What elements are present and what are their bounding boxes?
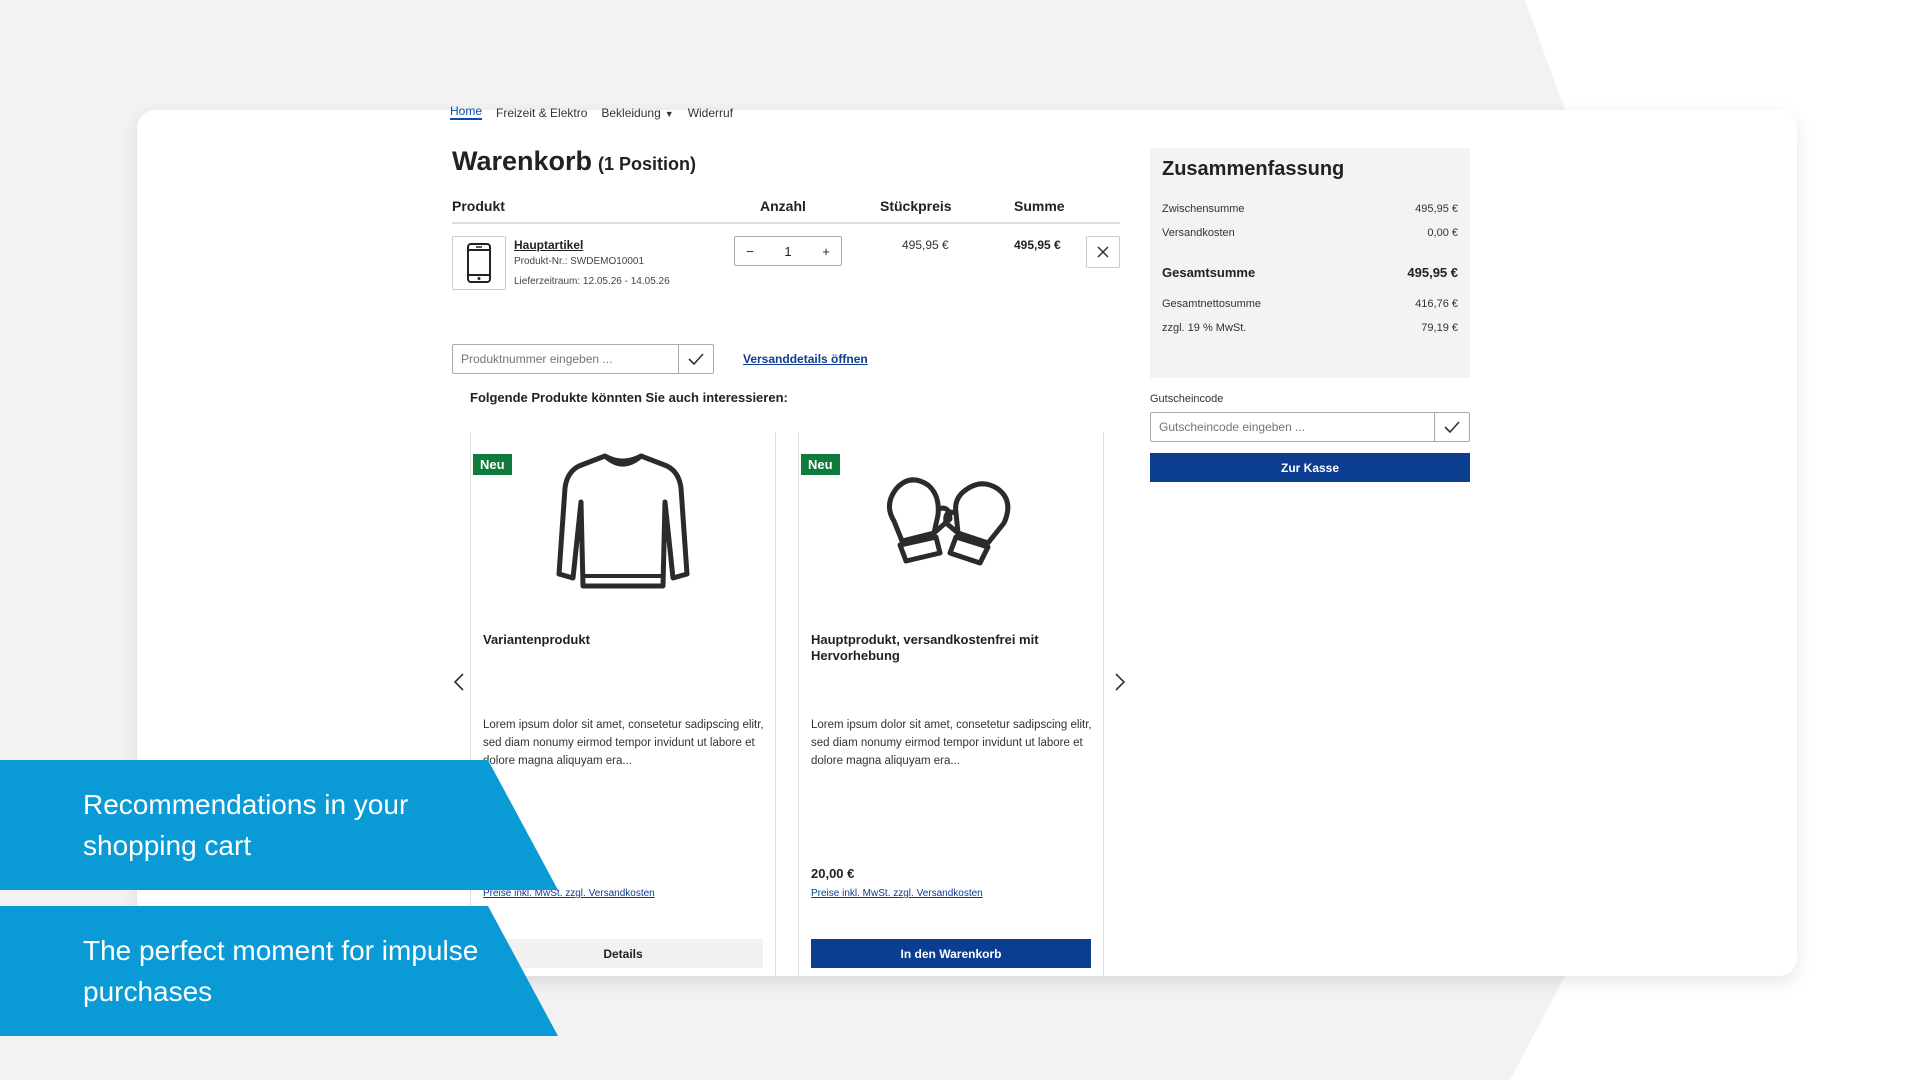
price-note-link[interactable]: Preise inkl. MwSt. zzgl. Versandkosten [811,888,983,899]
total-row: Gesamtsumme 495,95 € [1162,265,1458,280]
sweater-icon [556,453,690,589]
product-name[interactable]: Variantenprodukt [483,632,773,648]
col-header-quantity: Anzahl [760,198,806,214]
details-button[interactable]: Details [483,939,763,968]
summary-title: Zusammenfassung [1162,158,1345,180]
cart-table-header: Produkt Anzahl Stückpreis Summe [452,196,1120,224]
chevron-right-icon [1115,673,1126,691]
mittens-icon [887,477,1011,566]
product-number-input[interactable] [453,345,678,373]
cart-line-item: Hauptartikel Produkt-Nr.: SWDEMO10001 Li… [452,234,1120,294]
net-total-label: Gesamtnettosumme [1162,298,1262,310]
total-label: Gesamtsumme [1162,265,1256,280]
net-total-value: 416,76 € [1415,298,1458,310]
checkmark-icon [688,353,704,365]
checkmark-icon [1444,421,1460,433]
remove-item-button[interactable] [1086,236,1120,268]
col-header-product: Produkt [452,198,505,214]
voucher-form [1150,412,1470,442]
shipping-value: 0,00 € [1427,227,1458,239]
vat-row: zzgl. 19 % MwSt. 79,19 € [1162,322,1458,334]
carousel-prev-button[interactable] [453,672,465,698]
subtotal-value: 495,95 € [1415,203,1458,215]
product-name-link[interactable]: Hauptartikel [514,238,583,252]
vat-value: 79,19 € [1421,322,1458,334]
voucher-label: Gutscheincode [1150,393,1224,405]
banner-text: The perfect moment for impulse purchases [83,935,479,1007]
quantity-stepper: − 1 + [734,236,842,266]
unit-price: 495,95 € [902,238,949,252]
net-total-row: Gesamtnettosumme 416,76 € [1162,298,1458,310]
carousel-next-button[interactable] [1114,672,1126,698]
product-image[interactable] [541,446,705,596]
product-number-submit-button[interactable] [678,345,713,373]
caret-down-icon: ▼ [664,109,674,119]
voucher-submit-button[interactable] [1434,413,1469,441]
shipping-row: Versandkosten 0,00 € [1162,227,1458,239]
banner-recommendations: Recommendations in your shopping cart [0,760,558,890]
nav-item-bekleidung-label: Bekleidung [601,106,661,120]
main-navigation: Home Freizeit & Elektro Bekleidung ▼ Wide… [450,104,733,120]
product-name[interactable]: Hauptprodukt, versandkostenfrei mit Herv… [811,632,1101,664]
delivery-period: Lieferzeitraum: 12.05.26 - 14.05.26 [514,276,670,287]
close-icon [1097,246,1109,258]
product-description: Lorem ipsum dolor sit amet, consetetur s… [811,719,1092,767]
nav-item-home[interactable]: Home [450,104,483,120]
new-badge: Neu [473,454,512,475]
subtotal-row: Zwischensumme 495,95 € [1162,203,1458,215]
product-card-hauptprodukt[interactable]: Neu Hauptprodukt, versandkostenfrei mit … [798,432,1104,976]
col-header-total: Summe [1014,198,1065,214]
nav-item-widerruf[interactable]: Widerruf [688,106,733,120]
product-sku: Produkt-Nr.: SWDEMO10001 [514,256,645,267]
banner-text: Recommendations in your shopping cart [83,789,409,861]
col-header-unit-price: Stückpreis [880,198,952,214]
checkout-button[interactable]: Zur Kasse [1150,453,1470,482]
banner-impulse-purchases: The perfect moment for impulse purchases [0,906,558,1036]
product-price: 20,00 € [811,866,855,881]
plus-icon[interactable]: + [811,244,841,259]
nav-item-freizeit-elektro[interactable]: Freizeit & Elektro [496,106,587,120]
line-total: 495,95 € [1014,238,1061,252]
voucher-input[interactable] [1151,413,1434,441]
cart-position-count: (1 Position) [598,154,697,174]
vat-label: zzgl. 19 % MwSt. [1162,322,1247,334]
product-thumbnail[interactable] [452,236,506,290]
nav-item-bekleidung[interactable]: Bekleidung ▼ [601,106,673,120]
add-to-cart-button[interactable]: In den Warenkorb [811,939,1091,968]
product-description: Lorem ipsum dolor sit amet, consetetur s… [483,719,764,767]
shipping-label: Versandkosten [1162,227,1235,239]
product-card-variantenprodukt[interactable]: Neu Variantenprodukt Lorem ipsum dolor s… [470,432,776,976]
order-summary: Zusammenfassung Zwischensumme 495,95 € V… [1150,148,1470,378]
recommendations-title: Folgende Produkte könnten Sie auch inter… [470,390,788,405]
cart-title-text: Warenkorb [452,146,593,176]
quantity-value[interactable]: 1 [773,244,803,259]
smartphone-icon [467,243,491,283]
product-image[interactable] [869,446,1033,596]
minus-icon[interactable]: − [735,244,765,259]
chevron-left-icon [453,673,464,691]
new-badge: Neu [801,454,840,475]
cart-title: Warenkorb (1 Position) [452,146,696,177]
product-number-form [452,344,714,374]
shipping-details-link[interactable]: Versanddetails öffnen [743,352,868,366]
subtotal-label: Zwischensumme [1162,203,1245,215]
total-value: 495,95 € [1407,265,1458,280]
